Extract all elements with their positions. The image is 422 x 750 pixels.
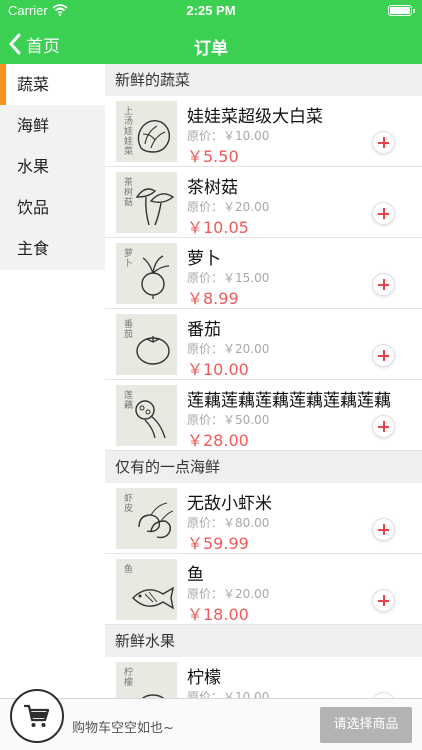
product-row[interactable]: 虾皮 无敌小虾米 原价：￥80.00 ￥59.99 (105, 483, 422, 554)
product-name: 鱼 (187, 565, 204, 585)
product-row[interactable]: 上汤娃娃菜 娃娃菜超级大白菜 原价：￥10.00 ￥5.50 (105, 96, 422, 167)
sidebar-item-label: 水果 (17, 157, 50, 176)
product-price: ￥8.99 (187, 289, 239, 308)
product-row[interactable]: 柠檬 柠檬 原价：￥10.00 (105, 657, 422, 698)
cart-bar: 购物车空空如也~ 请选择商品 (0, 689, 422, 750)
product-thumbnail: 莲藕 (116, 385, 177, 446)
cabbage-icon (137, 119, 171, 153)
original-price: 原价：￥10.00 (187, 129, 270, 143)
original-price: 原价：￥20.00 (187, 342, 270, 356)
product-thumbnail: 上汤娃娃菜 (116, 101, 177, 162)
add-to-cart-button[interactable] (372, 131, 395, 154)
section-header-vegetables: 新鲜的蔬菜 (105, 64, 422, 96)
add-to-cart-button[interactable] (372, 202, 395, 225)
original-price: 原价：￥50.00 (187, 413, 270, 427)
product-name: 茶树菇 (187, 178, 238, 198)
fish-icon (132, 586, 174, 610)
product-price: ￥18.00 (187, 605, 249, 624)
radish-icon (141, 255, 170, 299)
product-list[interactable]: 新鲜的蔬菜 上汤娃娃菜 娃娃菜超级大白菜 原价：￥10.00 ￥5.50 茶树菇… (105, 64, 422, 698)
product-row[interactable]: 莲藕 莲藕莲藕莲藕莲藕莲藕莲藕 原价：￥50.00 ￥28.00 (105, 380, 422, 451)
product-price: ￥28.00 (187, 431, 249, 450)
section-header-fruit: 新鲜水果 (105, 625, 422, 657)
checkout-button[interactable]: 请选择商品 (320, 707, 412, 743)
cart-button[interactable] (10, 689, 64, 743)
product-name: 娃娃菜超级大白菜 (187, 107, 323, 127)
product-row[interactable]: 萝卜 萝卜 原价：￥15.00 ￥8.99 (105, 238, 422, 309)
product-name: 莲藕莲藕莲藕莲藕莲藕莲藕 (187, 391, 391, 411)
product-row[interactable]: 茶树菇 茶树菇 原价：￥20.00 ￥10.05 (105, 167, 422, 238)
product-thumbnail: 茶树菇 (116, 172, 177, 233)
sidebar-item-staples[interactable]: 主食 (0, 228, 105, 269)
tomato-icon (136, 336, 170, 365)
product-price: ￥59.99 (187, 534, 249, 553)
status-time: 2:25 PM (186, 3, 236, 18)
original-price: 原价：￥20.00 (187, 587, 270, 601)
sidebar-item-drinks[interactable]: 饮品 (0, 187, 105, 228)
sidebar-item-label: 海鲜 (17, 116, 50, 135)
status-bar: Carrier 2:25 PM (0, 0, 422, 22)
section-header-seafood: 仅有的一点海鲜 (105, 451, 422, 483)
lotus-root-icon (135, 400, 166, 439)
category-sidebar: 蔬菜 海鲜 水果 饮品 主食 (0, 64, 105, 270)
shopping-cart-icon (24, 704, 50, 727)
sidebar-item-label: 蔬菜 (17, 75, 50, 94)
navigation-bar: Carrier 2:25 PM 首页 订单 (0, 0, 422, 64)
product-thumbnail: 柠檬 (116, 662, 177, 698)
sidebar-item-seafood[interactable]: 海鲜 (0, 105, 105, 146)
sidebar-item-fruit[interactable]: 水果 (0, 146, 105, 187)
cart-empty-text: 购物车空空如也~ (72, 721, 174, 736)
product-price: ￥10.05 (187, 218, 249, 237)
add-to-cart-button[interactable] (372, 344, 395, 367)
lemon-icon (141, 694, 165, 698)
shrimp-icon (138, 502, 174, 539)
product-price: ￥5.50 (187, 147, 239, 166)
product-thumbnail: 虾皮 (116, 488, 177, 549)
product-name: 番茄 (187, 320, 221, 340)
sidebar-item-vegetables[interactable]: 蔬菜 (0, 64, 105, 105)
original-price: 原价：￥20.00 (187, 200, 270, 214)
product-name: 柠檬 (187, 668, 221, 688)
original-price: 原价：￥80.00 (187, 516, 270, 530)
product-thumbnail: 鱼 (116, 559, 177, 620)
original-price: 原价：￥15.00 (187, 271, 270, 285)
original-price: 原价：￥10.00 (187, 690, 270, 698)
product-thumbnail: 萝卜 (116, 243, 177, 304)
product-row[interactable]: 鱼 鱼 原价：￥20.00 ￥18.00 (105, 554, 422, 625)
product-name: 无敌小虾米 (187, 494, 272, 514)
mushroom-icon (135, 188, 175, 226)
sidebar-item-label: 主食 (17, 239, 50, 258)
add-to-cart-button[interactable] (372, 273, 395, 296)
product-name: 萝卜 (187, 249, 221, 269)
battery-icon (388, 5, 415, 16)
sidebar-item-label: 饮品 (17, 198, 50, 217)
product-row[interactable]: 番茄 番茄 原价：￥20.00 ￥10.00 (105, 309, 422, 380)
add-to-cart-button[interactable] (372, 589, 395, 612)
product-price: ￥10.00 (187, 360, 249, 379)
add-to-cart-button[interactable] (372, 518, 395, 541)
page-title: 订单 (194, 39, 228, 59)
product-thumbnail: 番茄 (116, 314, 177, 375)
add-to-cart-button[interactable] (372, 415, 395, 438)
